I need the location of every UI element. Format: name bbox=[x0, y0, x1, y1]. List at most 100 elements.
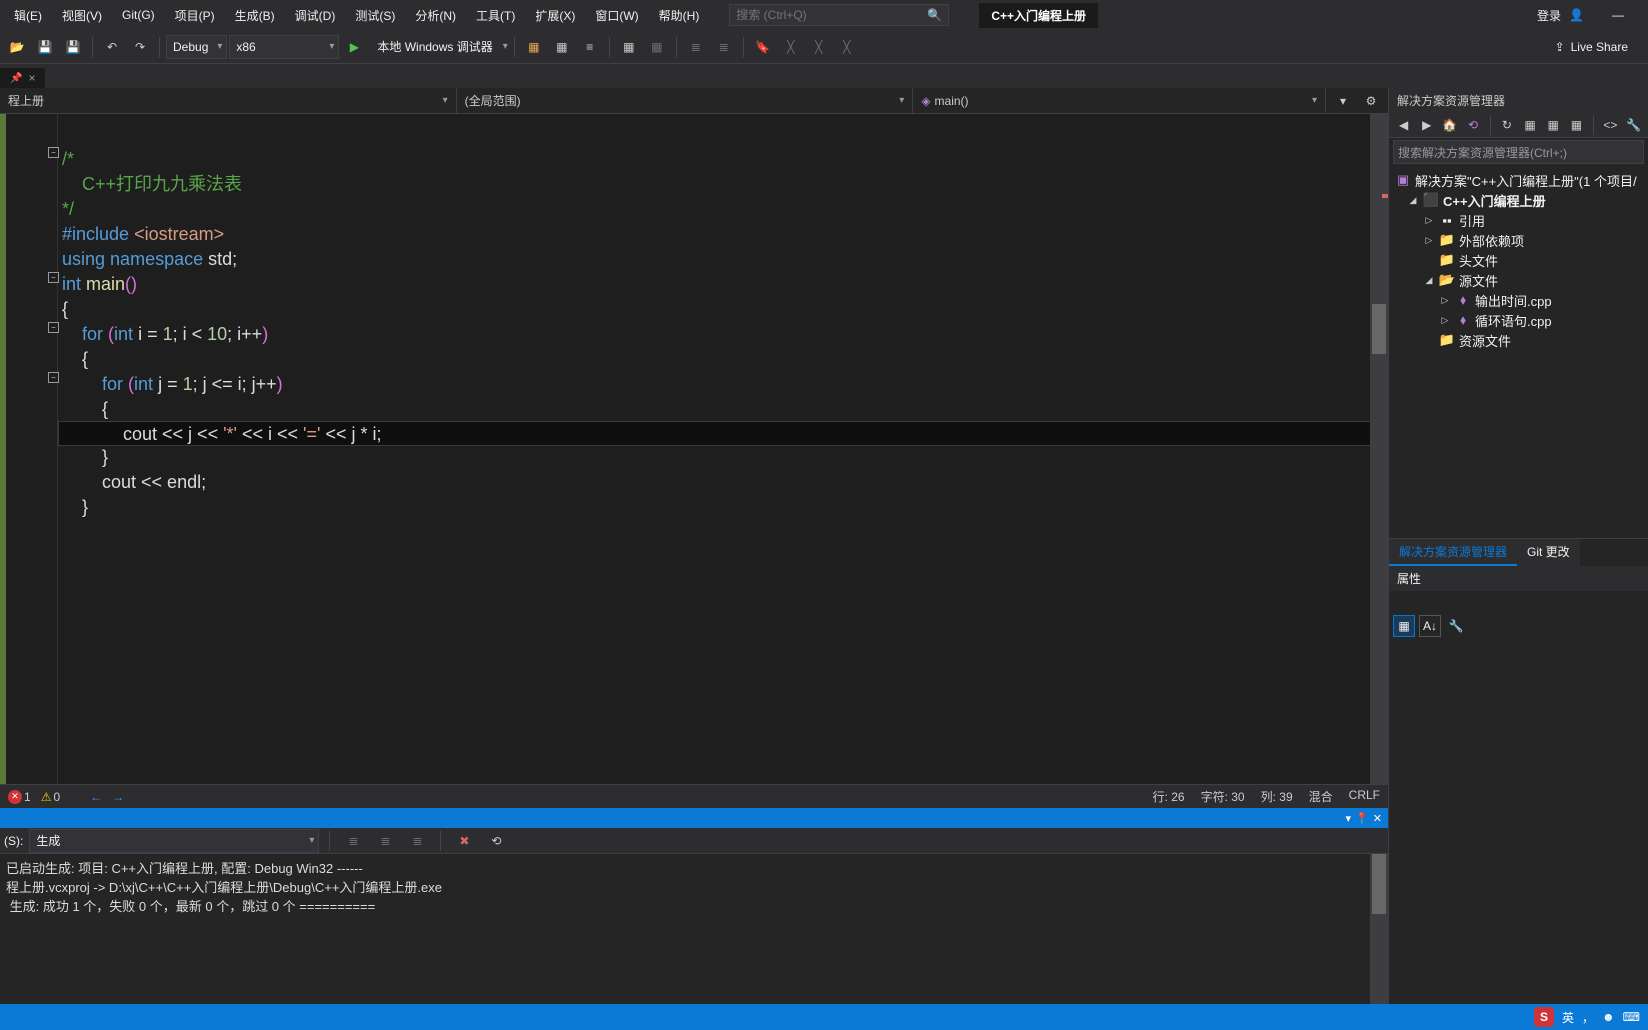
menu-analyze[interactable]: 分析(N) bbox=[405, 3, 466, 28]
tool-icon-7[interactable]: ╳ bbox=[806, 34, 832, 60]
login-button[interactable]: 登录 bbox=[1537, 7, 1561, 24]
menu-debug[interactable]: 调试(D) bbox=[285, 3, 346, 28]
expand-arrow-icon[interactable]: ◢ bbox=[1407, 195, 1419, 206]
tool-icon-2[interactable]: ▦ bbox=[549, 34, 575, 60]
tool-icon-4[interactable]: ▦ bbox=[616, 34, 642, 60]
redo-icon[interactable]: ↷ bbox=[127, 34, 153, 60]
explorer-code-icon[interactable]: <> bbox=[1600, 112, 1621, 138]
nav-scope-combo[interactable]: (全局范围) bbox=[457, 88, 914, 113]
explorer-prop-icon[interactable]: ▦ bbox=[1566, 112, 1587, 138]
output-wrap-icon[interactable]: ⟲ bbox=[483, 828, 509, 854]
output-close-icon[interactable]: ✕ bbox=[1373, 812, 1382, 825]
tool-icon-3[interactable]: ≡ bbox=[577, 34, 603, 60]
tool-icon-8[interactable]: ╳ bbox=[834, 34, 860, 60]
error-count[interactable]: ✕ 1 bbox=[8, 790, 31, 804]
tab-git-changes[interactable]: Git 更改 bbox=[1517, 539, 1580, 566]
tree-sources[interactable]: ◢ 📂 源文件 bbox=[1389, 270, 1648, 290]
search-box[interactable]: 🔍 bbox=[729, 4, 949, 26]
bookmark-icon[interactable]: 🔖 bbox=[750, 34, 776, 60]
liveshare-button[interactable]: ⇪ Live Share bbox=[1539, 40, 1644, 54]
close-icon[interactable]: × bbox=[28, 71, 35, 85]
explorer-collapse-icon[interactable]: ▦ bbox=[1520, 112, 1541, 138]
ime-emoji-icon[interactable]: ☻ bbox=[1602, 1010, 1615, 1024]
props-categorized-icon[interactable]: ▦ bbox=[1393, 615, 1415, 637]
file-tab[interactable]: 📌 × bbox=[0, 68, 45, 88]
debugger-label[interactable]: 本地 Windows 调试器 bbox=[369, 38, 500, 55]
nav-back-icon[interactable]: ← bbox=[90, 790, 102, 804]
tree-file-2[interactable]: ▷ ⬧ 循环语句.cpp bbox=[1389, 310, 1648, 330]
ime-punct-icon[interactable]: ， bbox=[1582, 1009, 1594, 1026]
output-tool-1[interactable]: ≣ bbox=[340, 828, 366, 854]
tree-external[interactable]: ▷ 📁 外部依赖项 bbox=[1389, 230, 1648, 250]
tree-refs[interactable]: ▷ ▪▪ 引用 bbox=[1389, 210, 1648, 230]
code-editor[interactable]: − − − − /* C++打印九九乘法表 */ #include <iostr… bbox=[0, 114, 1388, 784]
open-icon[interactable]: 📂 bbox=[4, 34, 30, 60]
explorer-fwd-icon[interactable]: ▶ bbox=[1416, 112, 1437, 138]
tree-project[interactable]: ◢ ⬛ C++入门编程上册 bbox=[1389, 190, 1648, 210]
vertical-scrollbar[interactable] bbox=[1370, 114, 1388, 784]
menu-build[interactable]: 生成(B) bbox=[225, 3, 285, 28]
tree-file-1[interactable]: ▷ ⬧ 输出时间.cpp bbox=[1389, 290, 1648, 310]
ime-keyboard-icon[interactable]: ⌨ bbox=[1623, 1010, 1640, 1024]
expand-arrow-icon[interactable]: ▷ bbox=[1423, 215, 1435, 226]
explorer-wrench-icon[interactable]: 🔧 bbox=[1623, 112, 1644, 138]
search-input[interactable] bbox=[736, 8, 927, 22]
expand-arrow-icon[interactable]: ▷ bbox=[1439, 315, 1451, 326]
output-dropdown-icon[interactable]: ▾ bbox=[1346, 812, 1352, 825]
save-all-icon[interactable]: 💾 bbox=[60, 34, 86, 60]
nav-fwd-icon[interactable]: → bbox=[112, 790, 124, 804]
expand-arrow-icon[interactable]: ▷ bbox=[1439, 295, 1451, 306]
menu-project[interactable]: 项目(P) bbox=[165, 3, 225, 28]
menu-help[interactable]: 帮助(H) bbox=[649, 3, 710, 28]
tab-solution-explorer[interactable]: 解决方案资源管理器 bbox=[1389, 539, 1517, 566]
props-wrench-icon[interactable]: 🔧 bbox=[1445, 615, 1467, 637]
explorer-showall-icon[interactable]: ▦ bbox=[1543, 112, 1564, 138]
tool-icon-5[interactable]: ▦ bbox=[644, 34, 670, 60]
nav-member-combo[interactable]: ◈ main() bbox=[913, 88, 1326, 113]
config-combo[interactable]: Debug bbox=[166, 35, 227, 59]
code-area[interactable]: /* C++打印九九乘法表 */ #include <iostream> usi… bbox=[58, 114, 1388, 784]
nav-gear-icon[interactable]: ⚙ bbox=[1358, 88, 1384, 114]
expand-arrow-icon[interactable]: ▷ bbox=[1423, 235, 1435, 246]
pin-icon[interactable]: 📌 bbox=[10, 73, 22, 84]
scroll-thumb[interactable] bbox=[1372, 304, 1386, 354]
indent-left-icon[interactable]: ≣ bbox=[683, 34, 709, 60]
line-ending[interactable]: CRLF bbox=[1349, 788, 1380, 805]
output-source-combo[interactable]: 生成 bbox=[29, 829, 319, 853]
window-minimize-icon[interactable]: — bbox=[1612, 8, 1624, 22]
explorer-home-icon[interactable]: 🏠 bbox=[1439, 112, 1460, 138]
tool-icon-1[interactable]: ▦ bbox=[521, 34, 547, 60]
menu-tools[interactable]: 工具(T) bbox=[466, 3, 525, 28]
menu-edit[interactable]: 辑(E) bbox=[4, 3, 52, 28]
platform-combo[interactable]: x86 bbox=[229, 35, 339, 59]
expand-arrow-icon[interactable]: ◢ bbox=[1423, 275, 1435, 286]
output-scroll-thumb[interactable] bbox=[1372, 854, 1386, 914]
explorer-search[interactable]: 搜索解决方案资源管理器(Ctrl+;) bbox=[1393, 140, 1644, 164]
menu-test[interactable]: 测试(S) bbox=[345, 3, 405, 28]
nav-split-icon[interactable]: ▾ bbox=[1330, 88, 1356, 114]
props-alpha-icon[interactable]: A↓ bbox=[1419, 615, 1441, 637]
tree-resources[interactable]: 📁 资源文件 bbox=[1389, 330, 1648, 350]
output-tool-3[interactable]: ≣ bbox=[404, 828, 430, 854]
nav-project-combo[interactable]: 程上册 bbox=[0, 88, 457, 113]
output-scrollbar[interactable] bbox=[1370, 854, 1388, 1004]
output-body[interactable]: 已启动生成: 项目: C++入门编程上册, 配置: Debug Win32 --… bbox=[0, 854, 1388, 1004]
menu-git[interactable]: Git(G) bbox=[112, 4, 165, 26]
indent-right-icon[interactable]: ≣ bbox=[711, 34, 737, 60]
explorer-refresh-icon[interactable]: ↻ bbox=[1496, 112, 1517, 138]
ime-lang[interactable]: 英 bbox=[1562, 1009, 1574, 1026]
user-icon[interactable]: 👤 bbox=[1569, 8, 1584, 22]
output-clear-icon[interactable]: ✖ bbox=[451, 828, 477, 854]
undo-icon[interactable]: ↶ bbox=[99, 34, 125, 60]
tree-solution[interactable]: ▣ 解决方案"C++入门编程上册"(1 个项目/ bbox=[1389, 170, 1648, 190]
play-icon[interactable]: ▶ bbox=[341, 34, 367, 60]
explorer-back-icon[interactable]: ◀ bbox=[1393, 112, 1414, 138]
menu-extensions[interactable]: 扩展(X) bbox=[525, 3, 585, 28]
tool-icon-6[interactable]: ╳ bbox=[778, 34, 804, 60]
output-pin-icon[interactable]: 📍 bbox=[1355, 812, 1369, 825]
save-icon[interactable]: 💾 bbox=[32, 34, 58, 60]
warning-count[interactable]: ⚠ 0 bbox=[41, 790, 60, 804]
menu-window[interactable]: 窗口(W) bbox=[585, 3, 648, 28]
dropdown-arrow-icon[interactable]: ▾ bbox=[503, 41, 508, 52]
output-tool-2[interactable]: ≣ bbox=[372, 828, 398, 854]
